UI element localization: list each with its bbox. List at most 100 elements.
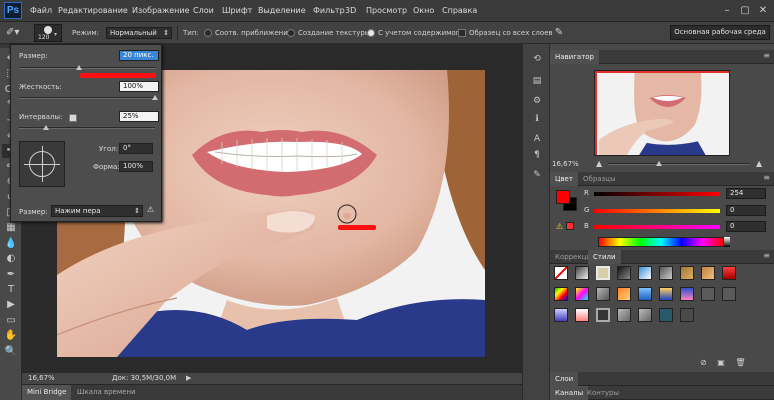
hardness-slider-thumb[interactable]	[152, 95, 158, 100]
menu-help[interactable]: Справка	[442, 0, 477, 22]
style-swatch[interactable]	[701, 266, 715, 280]
panel-menu-icon[interactable]: ≡	[763, 251, 770, 260]
minimize-icon[interactable]: –	[720, 4, 734, 17]
style-swatch[interactable]	[554, 287, 568, 301]
tab-color[interactable]: Цвет	[550, 172, 578, 186]
menu-image[interactable]: Изображение	[132, 0, 190, 22]
panel-menu-icon[interactable]: ≡	[763, 173, 770, 182]
pen-tool-icon[interactable]: ✒	[2, 268, 20, 282]
style-swatch[interactable]	[617, 266, 631, 280]
zoom-readout[interactable]: 16,67%	[28, 374, 55, 382]
green-channel-slider[interactable]	[594, 209, 720, 213]
path-selection-tool-icon[interactable]: ▶	[2, 298, 20, 312]
red-channel-slider[interactable]	[594, 192, 720, 196]
style-swatch[interactable]	[659, 266, 673, 280]
brush-angle-preview[interactable]	[19, 141, 65, 187]
style-swatch[interactable]	[596, 308, 610, 322]
style-swatch[interactable]	[680, 287, 694, 301]
style-swatch[interactable]	[596, 266, 610, 280]
menu-type[interactable]: Шрифт	[222, 0, 252, 22]
blue-channel-slider[interactable]	[594, 225, 720, 229]
mode-select[interactable]: Нормальный ⇕	[106, 27, 172, 39]
brush-presets-icon[interactable]: ✎	[527, 168, 547, 182]
tab-mini-bridge[interactable]: Mini Bridge	[22, 385, 72, 400]
hand-tool-icon[interactable]: ✋	[2, 329, 20, 343]
style-swatch[interactable]	[722, 287, 736, 301]
navigator-zoom-slider[interactable]	[608, 163, 750, 165]
dodge-tool-icon[interactable]: ◐	[2, 252, 20, 266]
style-swatch[interactable]	[638, 287, 652, 301]
close-icon[interactable]: ✕	[756, 4, 770, 17]
history-icon[interactable]: ⟲	[527, 52, 547, 66]
red-channel-value[interactable]: 254	[726, 188, 766, 199]
menu-3d[interactable]: 3D	[345, 0, 356, 22]
properties-icon[interactable]: ▤	[527, 74, 547, 88]
content-aware-radio[interactable]	[367, 29, 375, 37]
hardness-slider-track[interactable]	[19, 97, 155, 99]
style-swatch[interactable]	[680, 308, 694, 322]
navigator-thumbnail[interactable]	[594, 70, 730, 156]
style-swatch[interactable]	[638, 266, 652, 280]
delete-style-icon[interactable]: 🗑	[735, 358, 745, 367]
foreground-color-swatch[interactable]	[556, 190, 570, 204]
roundness-input[interactable]: 100%	[119, 161, 153, 172]
sample-all-layers-checkbox[interactable]	[458, 29, 466, 37]
restore-icon[interactable]: ▢	[738, 4, 752, 17]
character-icon[interactable]: A	[527, 132, 547, 146]
navigator-zoom[interactable]: 16,67%	[552, 160, 579, 168]
type-tool-icon[interactable]: T	[2, 283, 20, 297]
size-control-select[interactable]: Нажим пера ⇕	[51, 205, 143, 217]
blue-channel-value[interactable]: 0	[726, 221, 766, 232]
workspace-switcher[interactable]: Основная рабочая среда	[670, 25, 770, 40]
tab-navigator[interactable]: Навигатор	[550, 50, 599, 64]
navigator-zoom-thumb[interactable]	[656, 161, 662, 166]
menu-window[interactable]: Окно	[413, 0, 434, 22]
zoom-in-icon[interactable]: ▲	[756, 159, 762, 168]
tab-swatches[interactable]: Образцы	[578, 172, 621, 186]
angle-input[interactable]: 0°	[119, 143, 153, 154]
zoom-out-icon[interactable]: ▲	[596, 159, 602, 168]
style-swatch[interactable]	[554, 308, 568, 322]
hardness-input[interactable]: 100%	[119, 81, 159, 92]
spacing-checkbox[interactable]	[69, 114, 77, 122]
style-swatch[interactable]	[617, 287, 631, 301]
tab-paths[interactable]: Контуры	[582, 386, 624, 400]
actions-icon[interactable]: ⚙	[527, 94, 547, 108]
color-spectrum-ramp[interactable]	[598, 237, 724, 247]
menu-layers[interactable]: Слои	[193, 0, 214, 22]
gradient-tool-icon[interactable]: ▦	[2, 221, 20, 235]
size-slider-track[interactable]	[19, 67, 155, 69]
style-swatch[interactable]	[596, 287, 610, 301]
style-none[interactable]	[554, 266, 568, 280]
tab-layers[interactable]: Слои	[550, 372, 579, 386]
blur-tool-icon[interactable]: 💧	[2, 237, 20, 251]
status-menu-arrow-icon[interactable]: ▶	[186, 374, 191, 382]
black-white-ramp[interactable]	[724, 237, 730, 247]
brush-preset-picker[interactable]: 120 ▾	[34, 24, 62, 42]
green-channel-value[interactable]: 0	[726, 205, 766, 216]
out-of-gamut-warning-icon[interactable]: ⚠	[556, 222, 563, 231]
style-swatch[interactable]	[575, 287, 589, 301]
menu-file[interactable]: Файл	[30, 0, 52, 22]
gamut-swatch[interactable]	[566, 222, 574, 230]
menu-edit[interactable]: Редактирование	[58, 0, 128, 22]
style-swatch[interactable]	[638, 308, 652, 322]
size-slider-thumb[interactable]	[75, 65, 82, 70]
tab-styles[interactable]: Стили	[588, 250, 621, 264]
style-swatch[interactable]	[659, 308, 673, 322]
zoom-tool-icon[interactable]: 🔍	[2, 345, 20, 359]
style-swatch[interactable]	[575, 308, 589, 322]
menu-select[interactable]: Выделение	[258, 0, 306, 22]
size-input[interactable]: 20 пикс.	[119, 50, 159, 61]
menu-view[interactable]: Просмотр	[366, 0, 407, 22]
paragraph-icon[interactable]: ¶	[527, 148, 547, 162]
rectangle-tool-icon[interactable]: ▭	[2, 314, 20, 328]
spacing-slider-track[interactable]	[19, 127, 155, 129]
style-swatch[interactable]	[617, 308, 631, 322]
tab-timeline[interactable]: Шкала времени	[72, 385, 141, 400]
spacing-input[interactable]: 25%	[119, 111, 159, 122]
create-texture-radio[interactable]	[287, 29, 295, 37]
clear-style-icon[interactable]: ⊘	[700, 358, 707, 367]
pressure-size-icon[interactable]: ✎	[552, 26, 566, 40]
menu-filter[interactable]: Фильтр	[313, 0, 345, 22]
